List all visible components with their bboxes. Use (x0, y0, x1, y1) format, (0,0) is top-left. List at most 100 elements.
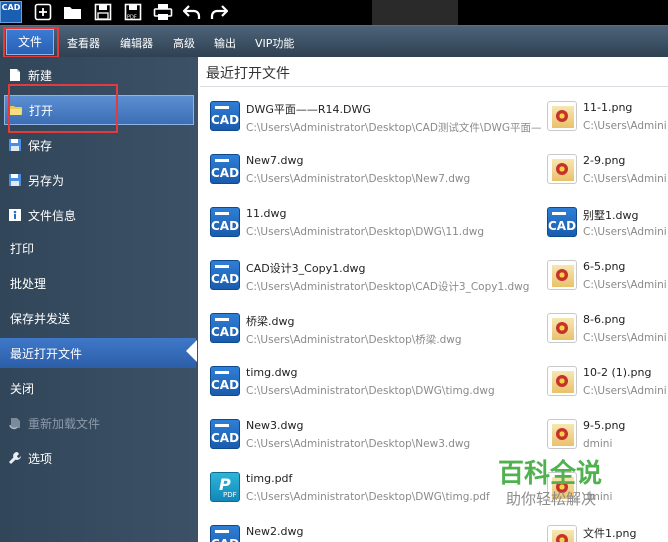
sidebar-item-label: 重新加载文件 (28, 416, 101, 431)
highlight-box-file-menu (3, 27, 59, 58)
cad-file-icon: CAD (210, 366, 240, 396)
sidebar-item-label: 打印 (10, 241, 35, 256)
image-file-icon (547, 260, 577, 290)
watermark-subtitle: 助你轻松解决 (506, 490, 597, 508)
recent-file-path: C:\Users\Administrator\Desktop\New7.dwg (246, 173, 471, 185)
sidebar-item-save[interactable]: 保存 (0, 130, 196, 160)
highlight-box-open (8, 84, 118, 133)
recent-file-path: C:\Users\Administrator\Desktop\CAD设计3_Co… (246, 281, 530, 293)
image-file-icon (547, 525, 577, 542)
redo-icon[interactable] (208, 2, 230, 22)
image-file-icon (547, 366, 577, 396)
cad-file-icon: CAD (210, 101, 240, 131)
recent-file-item[interactable]: 11-1.png C:\Users\Admini (547, 97, 668, 141)
recent-file-path: C:\Users\Administrator\Desktop\CAD测试文件\D… (246, 122, 542, 134)
recent-file-path: C:\Users\Admini (583, 226, 667, 238)
recent-file-path: dmini (583, 438, 613, 450)
new-file-icon (10, 69, 20, 81)
recent-file-name: timg.dwg (246, 366, 298, 379)
recent-file-name: 2-9.png (583, 154, 626, 167)
menu-output[interactable]: 输出 (214, 36, 236, 52)
recent-file-path: C:\Users\Admini (583, 279, 667, 291)
image-file-icon (547, 101, 577, 131)
save-icon (9, 139, 21, 151)
sidebar-item-print[interactable]: 打印 (0, 233, 196, 263)
recent-file-name: 9-5.png (583, 419, 626, 432)
recent-file-name: 8-6.png (583, 313, 626, 326)
app-logo-text: CAD (1, 3, 21, 12)
sidebar-item-label: 文件信息 (28, 208, 77, 223)
sidebar-item-label: 另存为 (28, 173, 65, 188)
sidebar-item-label: 选项 (28, 451, 53, 466)
undo-icon[interactable] (181, 2, 203, 22)
cad-file-icon: CAD (210, 525, 240, 542)
menu-vip[interactable]: VIP功能 (255, 36, 294, 52)
title-divider (200, 86, 668, 87)
app-logo[interactable]: CAD (0, 1, 22, 23)
recent-file-item[interactable]: 10-2 (1).png C:\Users\Admini (547, 362, 668, 406)
recent-file-item[interactable]: 2-9.png C:\Users\Admini (547, 150, 668, 194)
recent-file-name: 10-2 (1).png (583, 366, 652, 379)
watermark-title: 百科全说 (498, 459, 603, 489)
save-as-icon (9, 174, 21, 186)
wrench-icon (9, 452, 21, 464)
sidebar-item-label: 批处理 (10, 276, 47, 291)
recent-file-name: New3.dwg (246, 419, 304, 432)
sidebar-item-label: 保存并发送 (10, 311, 71, 326)
cad-file-icon: CAD (210, 313, 240, 343)
recent-file-path: C:\Users\Administrator\Desktop\New3.dwg (246, 438, 471, 450)
menu-bar: 文件 查看器 编辑器 高级 输出 VIP功能 (0, 25, 668, 57)
recent-file-item[interactable]: 8-6.png C:\Users\Admini (547, 309, 668, 353)
info-icon (9, 209, 21, 221)
recent-file-item[interactable]: 文件1.png (547, 521, 668, 542)
recent-file-name: New2.dwg (246, 525, 304, 538)
recent-file-name: timg.pdf (246, 472, 293, 485)
new-icon[interactable] (32, 2, 54, 22)
image-file-icon (547, 419, 577, 449)
recent-file-path: C:\Users\Admini (583, 332, 667, 344)
save-pdf-icon[interactable]: PDF (122, 2, 144, 22)
svg-text:PDF: PDF (127, 15, 137, 21)
sidebar-item-label: 关闭 (10, 381, 35, 396)
recent-file-path: C:\Users\Admini (583, 120, 667, 132)
sidebar-item-save-as[interactable]: 另存为 (0, 165, 196, 195)
recent-file-path: C:\Users\Administrator\Desktop\DWG\timg.… (246, 385, 495, 397)
sidebar-item-recent-files[interactable]: 最近打开文件 (0, 338, 196, 368)
recent-file-name: New7.dwg (246, 154, 304, 167)
quick-access-toolbar: CAD PDF (0, 0, 668, 25)
sidebar-item-batch[interactable]: 批处理 (0, 268, 196, 298)
recent-file-item[interactable]: 6-5.png C:\Users\Admini (547, 256, 668, 300)
sidebar-item-close[interactable]: 关闭 (0, 373, 196, 403)
recent-files-title: 最近打开文件 (206, 66, 290, 82)
recent-file-name: 11.dwg (246, 207, 287, 220)
recent-file-name: 文件1.png (583, 527, 637, 540)
sidebar-item-file-info[interactable]: 文件信息 (0, 200, 196, 230)
sidebar-item-options[interactable]: 选项 (0, 443, 196, 473)
sidebar-item-label: 最近打开文件 (10, 346, 83, 361)
recent-file-name: CAD设计3_Copy1.dwg (246, 262, 366, 275)
open-folder-icon[interactable] (62, 2, 84, 22)
cad-file-icon: CAD (210, 260, 240, 290)
recent-file-item[interactable]: CAD 别墅1.dwg C:\Users\Admini (547, 203, 668, 247)
recent-file-name: DWG平面——R14.DWG (246, 103, 371, 116)
recent-file-path: C:\Users\Administrator\Desktop\桥梁.dwg (246, 334, 462, 346)
menu-advanced[interactable]: 高级 (173, 36, 195, 52)
recent-file-name: 别墅1.dwg (583, 209, 639, 222)
current-selection-arrow (186, 340, 197, 362)
recent-file-name: 桥梁.dwg (246, 315, 295, 328)
sidebar-item-label: 新建 (28, 68, 53, 83)
sidebar-item-label: 保存 (28, 138, 53, 153)
print-icon[interactable] (152, 2, 174, 22)
menu-editor[interactable]: 编辑器 (120, 36, 153, 52)
cad-file-icon: CAD (210, 154, 240, 184)
save-icon[interactable] (92, 2, 114, 22)
sidebar-item-save-and-send[interactable]: 保存并发送 (0, 303, 196, 333)
recent-file-path: C:\Users\Admini (583, 385, 667, 397)
image-file-icon (547, 313, 577, 343)
image-file-icon (547, 154, 577, 184)
cad-file-icon: CAD (210, 419, 240, 449)
recent-file-name: 6-5.png (583, 260, 626, 273)
recent-file-path: C:\Users\Administrator\Desktop\DWG\timg.… (246, 491, 490, 503)
menu-viewer[interactable]: 查看器 (67, 36, 100, 52)
sidebar-item-reload[interactable]: 重新加载文件 (0, 408, 196, 438)
